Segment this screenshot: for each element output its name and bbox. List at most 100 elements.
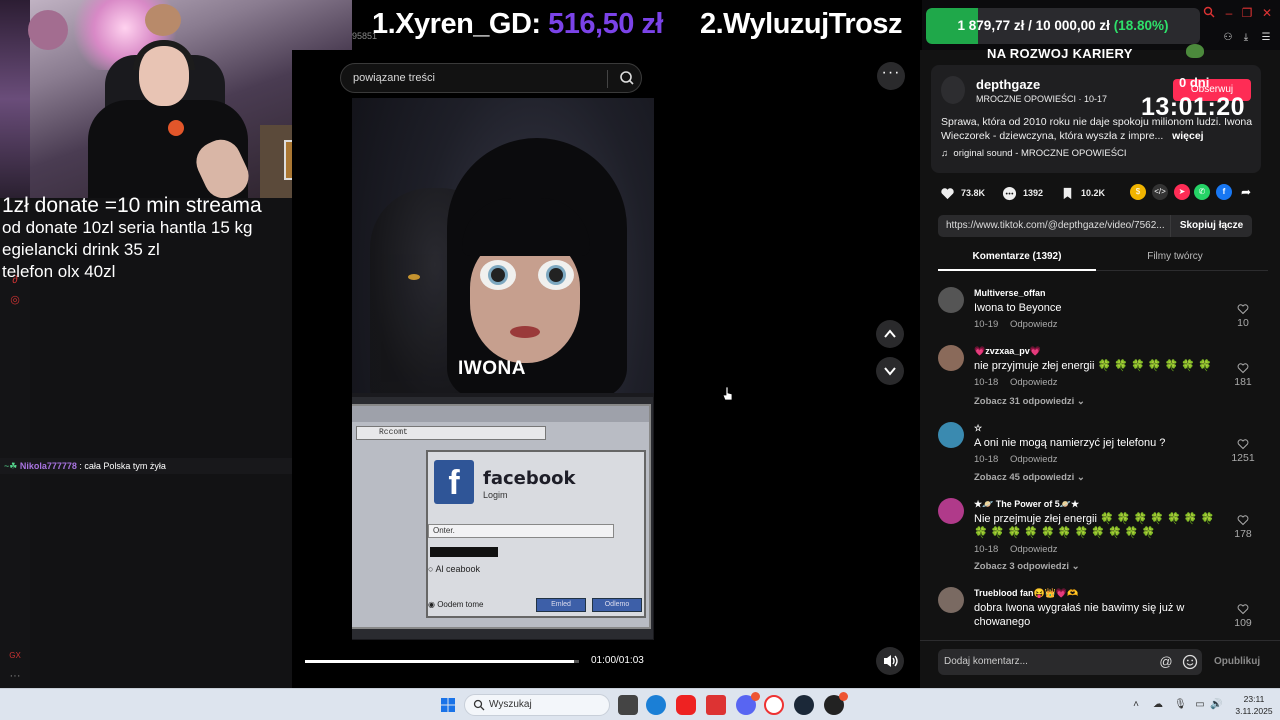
donate-info: 1zł donate =10 min streama od donate 10z… xyxy=(2,195,262,283)
embed-icon[interactable]: </> xyxy=(1152,184,1168,200)
windows-start-icon[interactable] xyxy=(440,697,456,713)
minimize-icon[interactable]: – xyxy=(1222,6,1236,20)
donation-goal-bar: 1 879,77 zł / 10 000,00 zł (18.80%) xyxy=(926,8,1200,44)
post-stats: 73.8K 1392 10.2K $ </> ➤ ✆ f ➦ xyxy=(940,184,1260,202)
comment-reply-link[interactable]: Odpowiedz xyxy=(1010,544,1058,555)
related-search-bar[interactable]: powiązane treści xyxy=(340,63,642,93)
screen: ∂ ◎ GX ··· M 1zł donate =10 min streama … xyxy=(0,0,1280,720)
tab-comments[interactable]: Komentarze (1392) xyxy=(938,247,1096,271)
hand-cursor-icon xyxy=(722,386,733,401)
comment-username[interactable]: 💗zvzxaa_pv💗 xyxy=(974,346,1041,357)
task-view-icon[interactable] xyxy=(618,695,638,715)
microphone-icon[interactable]: 🎙 xyxy=(1174,699,1187,711)
search-icon[interactable] xyxy=(1202,6,1216,20)
copy-link-button[interactable]: Skopiuj łącze xyxy=(1170,215,1252,237)
close-icon[interactable]: ✕ xyxy=(1260,6,1274,20)
heart-outline-icon xyxy=(1237,304,1249,315)
creator-username[interactable]: depthgaze xyxy=(976,77,1040,92)
previous-video-button[interactable] xyxy=(876,320,904,348)
send-icon[interactable]: ➤ xyxy=(1174,184,1190,200)
comment-like[interactable]: 109 xyxy=(1228,603,1258,629)
creator-avatar[interactable] xyxy=(941,76,965,104)
video-time: 01:00/01:03 xyxy=(591,655,644,666)
heart-icon xyxy=(941,188,954,200)
tab-creator-videos[interactable]: Filmy twórcy xyxy=(1096,247,1254,271)
restore-icon[interactable]: ❐ xyxy=(1240,6,1254,20)
obs-icon[interactable] xyxy=(824,692,848,715)
whatsapp-icon[interactable]: ✆ xyxy=(1194,184,1210,200)
comment-like[interactable]: 10 xyxy=(1228,303,1258,329)
search-separator xyxy=(607,70,608,88)
taskbar-clock[interactable]: 23:11 3.11.2025 xyxy=(1232,693,1276,717)
comment-text: A oni nie mogą namierzyć jej telefonu ? xyxy=(974,437,1166,449)
facebook-login-panel: f facebook Logim Onter. ○ Al ceabook ◉ O… xyxy=(426,450,646,618)
window-controls: – ❐ ✕ xyxy=(1200,6,1280,24)
comment-username[interactable]: ☆ xyxy=(974,423,982,434)
youtube-icon[interactable] xyxy=(676,695,696,715)
video-progress-bar[interactable] xyxy=(305,660,579,663)
webcam-plush-toy xyxy=(28,10,68,50)
view-replies-link[interactable]: Zobacz 45 odpowiedzi ⌄ xyxy=(974,472,1085,483)
edge-browser-icon[interactable] xyxy=(646,695,666,715)
emoji-icon[interactable] xyxy=(1182,654,1198,670)
save-stat[interactable]: 10.2K xyxy=(1060,184,1105,202)
commenter-avatar[interactable] xyxy=(938,287,964,313)
snipping-tool-icon[interactable] xyxy=(706,695,726,715)
facebook-input-field: Onter. xyxy=(428,524,614,538)
commenter-avatar[interactable] xyxy=(938,498,964,524)
more-options-button[interactable]: ··· xyxy=(877,62,905,90)
strip-icon-gx: GX xyxy=(9,651,21,660)
comment-like[interactable]: 178 xyxy=(1228,514,1258,540)
goal-current: 1 879,77 zł xyxy=(957,18,1025,33)
comment-like[interactable]: 1251 xyxy=(1228,438,1258,464)
video-player[interactable]: IWONA Rccomt f facebook Logim Onter. ○ A… xyxy=(352,98,654,640)
opera-gx-icon[interactable] xyxy=(764,695,784,715)
webcam-shirt-logo xyxy=(168,120,184,136)
comment-input[interactable]: Dodaj komentarz... @ xyxy=(938,649,1202,675)
comment-reply-link[interactable]: Odpowiedz xyxy=(1010,377,1058,388)
download-icon[interactable]: ⤓ xyxy=(1240,32,1252,44)
steam-icon[interactable] xyxy=(794,695,814,715)
shadow-eye-left xyxy=(408,274,420,280)
chevron-up-icon[interactable]: ˄ xyxy=(1130,699,1142,711)
comment-reply-link[interactable]: Odpowiedz xyxy=(1010,454,1058,465)
facebook-icon[interactable]: f xyxy=(1216,184,1232,200)
view-replies-link[interactable]: Zobacz 3 odpowiedzi ⌄ xyxy=(974,561,1080,572)
comment-like[interactable]: 181 xyxy=(1228,362,1258,388)
like-stat[interactable]: 73.8K xyxy=(940,184,985,202)
taskbar-search[interactable]: Wyszukaj xyxy=(464,694,610,716)
network-icon[interactable]: ▭ xyxy=(1194,699,1206,711)
volume-button[interactable] xyxy=(876,647,904,675)
description-more-link[interactable]: więcej xyxy=(1172,130,1204,142)
speaker-icon[interactable]: 🔊 xyxy=(1210,699,1222,711)
share-arrow-icon[interactable]: ➦ xyxy=(1238,184,1254,200)
next-video-button[interactable] xyxy=(876,357,904,385)
account-icon[interactable]: ⚇ xyxy=(1222,32,1234,44)
browser-window-illustration: Rccomt f facebook Logim Onter. ○ Al ceab… xyxy=(352,404,651,629)
comment-tabs: Komentarze (1392) Filmy twórcy xyxy=(938,247,1268,271)
cloud-icon[interactable]: ☁ xyxy=(1152,699,1164,711)
mention-icon[interactable]: @ xyxy=(1158,654,1174,670)
search-input[interactable]: powiązane treści xyxy=(353,64,435,92)
post-sound[interactable]: ♫ original sound - MROCZNE OPOWIEŚCI xyxy=(941,148,1127,159)
clock-time: 23:11 xyxy=(1243,694,1265,704)
comment-reply-link[interactable]: Odpowiedz xyxy=(1010,319,1058,330)
stream-goal-label: NA ROZWOJ KARIERY xyxy=(987,46,1133,61)
discord-icon[interactable] xyxy=(736,692,760,715)
commenter-avatar[interactable] xyxy=(938,587,964,613)
coin-icon[interactable]: $ xyxy=(1130,184,1146,200)
commenter-avatar[interactable] xyxy=(938,345,964,371)
search-button[interactable] xyxy=(615,67,639,89)
comment-username[interactable]: Multiverse_offan xyxy=(974,288,1046,298)
view-replies-link[interactable]: Zobacz 31 odpowiedzi ⌄ xyxy=(974,396,1085,407)
comment-username[interactable]: Trueblood fan😝👑💗🫶 xyxy=(974,588,1078,599)
commenter-avatar[interactable] xyxy=(938,422,964,448)
comment-stat[interactable]: 1392 xyxy=(1002,184,1043,202)
post-comment-button[interactable]: Opublikuj xyxy=(1214,649,1260,675)
save-count: 10.2K xyxy=(1081,188,1106,198)
comment-text: dobra Iwona wygrałaś nie bawimy się już … xyxy=(974,602,1185,628)
rank-first-amount: 516,50 zł xyxy=(548,8,663,40)
menu-icon[interactable]: ☰ xyxy=(1260,32,1272,44)
post-sound-label: original sound - MROCZNE OPOWIEŚCI xyxy=(953,148,1127,159)
comment-username[interactable]: ★🪐 The Power of 5🪐★ xyxy=(974,499,1079,510)
